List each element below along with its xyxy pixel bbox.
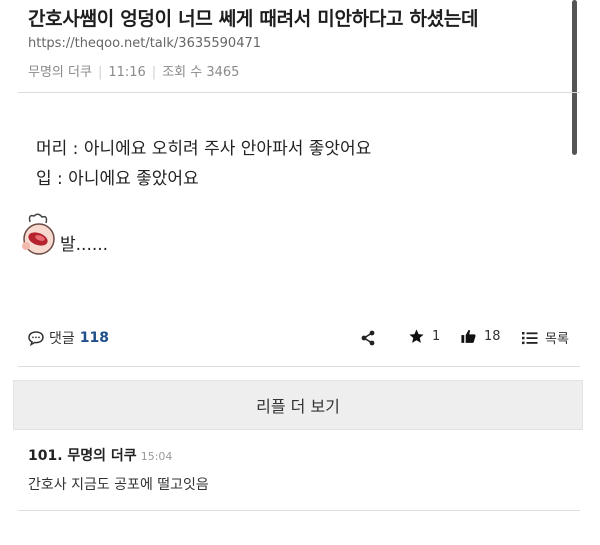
post-time: 11:16	[108, 65, 146, 80]
post-author[interactable]: 무명의 더쿠	[28, 65, 92, 80]
list-label: 목록	[545, 332, 569, 347]
post-title: 간호사쌤이 엉덩이 너므 쎄게 때려서 미안하다고 하셨는데	[28, 8, 479, 30]
post-url[interactable]: https://theqoo.net/talk/3635590471	[28, 36, 261, 51]
scrollbar[interactable]	[572, 0, 577, 155]
actions-divider	[18, 366, 580, 367]
list-button[interactable]: 목록	[522, 328, 569, 347]
reply-divider	[18, 510, 580, 511]
favorite-button[interactable]: 1	[408, 328, 440, 345]
reply-text: 간호사 지금도 공포에 떨고잇음	[28, 477, 209, 493]
meta-divider: |	[151, 65, 157, 80]
reply-header: 101. 무명의 더쿠 15:04	[28, 445, 172, 465]
reply-time: 15:04	[140, 450, 173, 463]
crying-face-sticker-icon	[22, 213, 55, 255]
meta-divider: |	[97, 65, 103, 80]
share-icon[interactable]	[360, 330, 376, 346]
post-body-line: 머리 : 아니에요 오히려 주사 안아파서 좋앗어요	[36, 139, 372, 159]
header-divider	[18, 92, 580, 93]
post-actions-bar: 댓글 118 1 18 목록	[28, 328, 570, 350]
like-button[interactable]: 18	[460, 328, 501, 345]
speech-bubble-icon	[28, 331, 44, 346]
post-views: 조회 수 3465	[162, 65, 240, 80]
like-count: 18	[484, 329, 501, 344]
reply-author[interactable]: 101. 무명의 더쿠	[28, 448, 137, 464]
sticker-caption: 발......	[60, 235, 109, 255]
favorite-count: 1	[432, 329, 441, 344]
comment-label: 댓글	[49, 331, 75, 347]
comment-button[interactable]: 댓글 118	[28, 328, 109, 348]
post-meta: 무명의 더쿠 | 11:16 | 조회 수 3465	[28, 61, 239, 80]
more-replies-button[interactable]: 리플 더 보기	[13, 380, 583, 430]
list-icon	[522, 331, 538, 344]
thumbs-up-icon	[461, 330, 476, 343]
comment-count: 118	[79, 330, 109, 346]
star-icon	[409, 329, 424, 343]
post-body-line: 입 : 아니에요 좋았어요	[36, 169, 199, 189]
